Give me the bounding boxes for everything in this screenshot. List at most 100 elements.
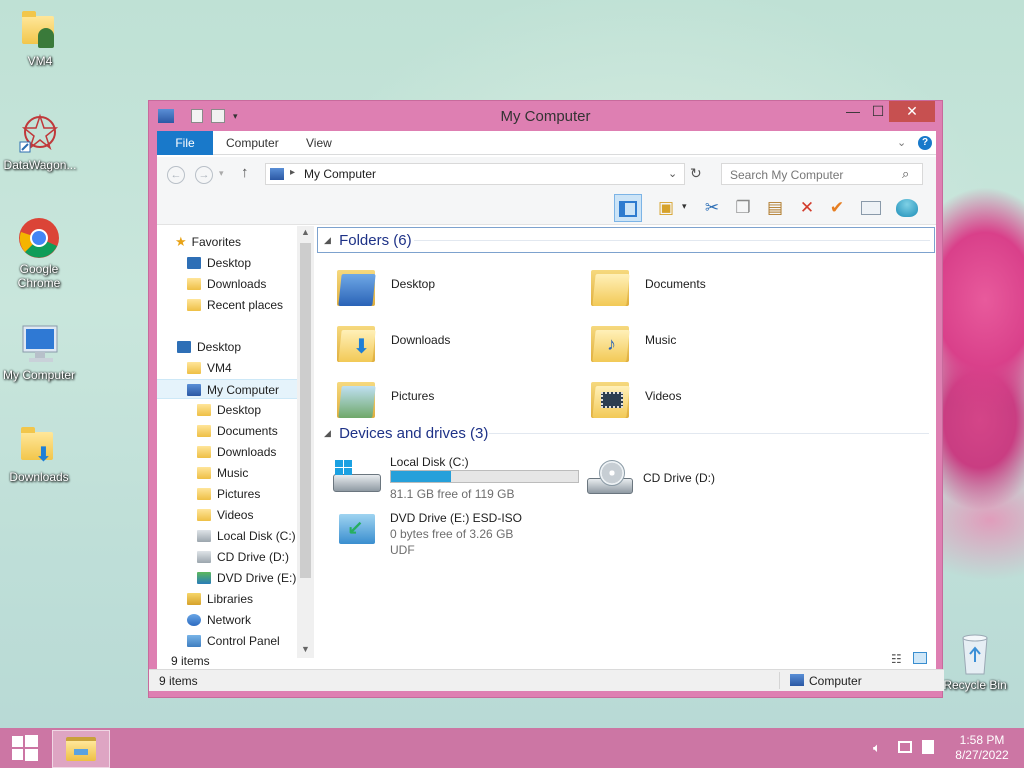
search-input[interactable]: Search My Computer ⌕ <box>721 163 923 185</box>
folder-music[interactable]: ♪ Music <box>577 316 817 366</box>
downloads-folder-icon: ⬇ <box>17 424 61 468</box>
chevron-down-icon[interactable]: ▾ <box>682 201 687 212</box>
sidebar-item-label: CD Drive (D:) <box>217 550 289 564</box>
title-bar[interactable]: ▾ My Computer — ☐ ✕ <box>149 101 942 131</box>
volume-muted-icon[interactable]: 🔈︎ <box>873 740 881 756</box>
sidebar-item-vm4[interactable]: VM4 <box>187 358 232 378</box>
tab-file[interactable]: File <box>157 131 213 155</box>
sidebar-item-label: My Computer <box>207 383 280 397</box>
nav-scrollbar[interactable]: ▲ ▼ <box>297 226 314 658</box>
sidebar-item-music[interactable]: Music <box>197 463 248 483</box>
delete-button[interactable]: ✕ <box>793 194 821 222</box>
address-dropdown-icon[interactable]: ⌄ <box>668 167 677 180</box>
drive-label: CD Drive (D:) <box>643 471 715 485</box>
sidebar-item-label: Music <box>217 466 249 480</box>
folder-label: Videos <box>645 389 682 403</box>
network-status-icon[interactable] <box>898 741 912 753</box>
network-button[interactable] <box>893 194 921 222</box>
drive-dvd[interactable]: ↙ DVD Drive (E:) ESD-ISO 0 bytes free of… <box>331 508 593 564</box>
collapse-icon: ◢ <box>324 235 331 245</box>
sidebar-item-my-computer[interactable]: My Computer <box>157 379 297 399</box>
breadcrumb[interactable]: My Computer <box>304 167 376 181</box>
group-divider <box>489 433 929 434</box>
file-explorer-icon <box>66 737 96 761</box>
folder-documents[interactable]: Documents <box>577 260 817 310</box>
sidebar-item-dvd-drive[interactable]: DVD Drive (E:) E <box>197 568 308 588</box>
folder-videos[interactable]: Videos <box>577 372 817 422</box>
desktop-icon-downloads[interactable]: ⬇ Downloads <box>0 424 79 484</box>
start-button[interactable] <box>0 728 48 768</box>
desktop-icon-datawagon[interactable]: DataWagon... <box>0 112 80 172</box>
system-clock[interactable]: 1:58 PM 8/27/2022 <box>950 733 1014 763</box>
cut-button[interactable]: ✂ <box>698 194 726 222</box>
chevron-down-icon[interactable]: ⌄ <box>897 136 906 149</box>
drives-group-header[interactable]: ◢ Devices and drives (3) <box>317 421 935 447</box>
folder-icon <box>197 509 211 521</box>
desktop-icon-my-computer[interactable]: My Computer <box>0 322 79 382</box>
scrollbar-thumb[interactable] <box>300 243 311 578</box>
folder-icon <box>197 425 211 437</box>
windows-logo-icon <box>12 735 38 761</box>
sidebar-item-label: Downloads <box>207 277 267 291</box>
sidebar-item-network[interactable]: Network <box>187 610 251 630</box>
refresh-icon[interactable]: ↻ <box>690 165 702 182</box>
taskbar-file-explorer[interactable] <box>52 730 110 768</box>
back-button[interactable]: ← <box>167 166 185 184</box>
up-arrow-icon[interactable]: ↑ <box>241 164 249 181</box>
sidebar-item-control-panel[interactable]: Control Panel <box>187 631 280 651</box>
windows-drive-icon <box>331 460 383 494</box>
scroll-down-icon[interactable]: ▼ <box>301 644 310 654</box>
sidebar-item-label: Recent places <box>207 298 284 312</box>
sidebar-item-desktop-folder[interactable]: Desktop <box>197 400 261 420</box>
recent-locations-icon[interactable]: ▾ <box>219 168 224 179</box>
forward-button[interactable]: → <box>195 166 213 184</box>
clock-time: 1:58 PM <box>959 733 1005 747</box>
sidebar-item-label: Control Panel <box>207 634 280 648</box>
folder-downloads[interactable]: ⬇ Downloads <box>323 316 563 366</box>
sidebar-item-cd-drive[interactable]: CD Drive (D:) <box>197 547 289 567</box>
help-icon[interactable]: ? <box>918 136 932 150</box>
sidebar-item-favorites[interactable]: ★ Favorites <box>175 232 241 252</box>
sidebar-item-documents[interactable]: Documents <box>197 421 278 441</box>
sidebar-item-desktop-root[interactable]: Desktop <box>177 337 241 357</box>
sidebar-item-label: VM4 <box>207 361 232 375</box>
desktop-icon-vm4[interactable]: VM4 <box>0 8 80 68</box>
preview-pane-button[interactable] <box>614 194 642 222</box>
select-button[interactable]: ▣ <box>652 194 680 222</box>
sidebar-item-pictures[interactable]: Pictures <box>197 484 260 504</box>
action-center-icon[interactable] <box>922 740 934 754</box>
sidebar-item-downloads[interactable]: Downloads <box>187 274 266 294</box>
scroll-up-icon[interactable]: ▲ <box>301 227 310 237</box>
cd-drive-icon <box>197 551 211 563</box>
minimize-button[interactable]: — <box>839 101 867 122</box>
sidebar-item-libraries[interactable]: Libraries <box>187 589 253 609</box>
computer-icon <box>790 674 804 686</box>
tab-computer[interactable]: Computer <box>214 131 291 155</box>
sidebar-item-downloads-folder[interactable]: Downloads <box>197 442 276 462</box>
sidebar-item-desktop[interactable]: Desktop <box>187 253 251 273</box>
close-button[interactable]: ✕ <box>889 101 935 122</box>
maximize-button[interactable]: ☐ <box>865 101 891 122</box>
paste-button[interactable]: ▤ <box>761 194 789 222</box>
rename-button[interactable]: ✔ <box>823 194 851 222</box>
tab-view[interactable]: View <box>294 131 344 155</box>
downloads-icon <box>187 278 201 290</box>
desktop-icon-chrome[interactable]: Google Chrome <box>0 216 79 290</box>
sidebar-item-local-disk[interactable]: Local Disk (C:) <box>197 526 296 546</box>
copy-button[interactable]: ❐ <box>729 194 757 222</box>
folders-group-header[interactable]: ◢ Folders (6) <box>317 227 935 253</box>
folder-label: Music <box>645 333 677 347</box>
sidebar-item-videos[interactable]: Videos <box>197 505 253 525</box>
drive-cd[interactable]: CD Drive (D:) <box>585 452 805 508</box>
folder-label: Pictures <box>391 389 435 403</box>
desktop-icon-recycle-bin[interactable]: Recycle Bin <box>935 632 1015 692</box>
tiles-view-icon[interactable] <box>913 652 927 664</box>
datawagon-icon <box>18 112 62 156</box>
folder-desktop[interactable]: Desktop <box>323 260 563 310</box>
properties-button[interactable] <box>857 194 885 222</box>
folder-pictures[interactable]: Pictures <box>323 372 563 422</box>
details-view-icon[interactable]: ☷ <box>891 652 902 666</box>
drive-local-disk[interactable]: Local Disk (C:) 81.1 GB free of 119 GB <box>331 452 593 508</box>
address-bar[interactable]: ▸ My Computer ⌄ <box>265 163 685 185</box>
sidebar-item-recent-places[interactable]: Recent places <box>187 295 283 315</box>
